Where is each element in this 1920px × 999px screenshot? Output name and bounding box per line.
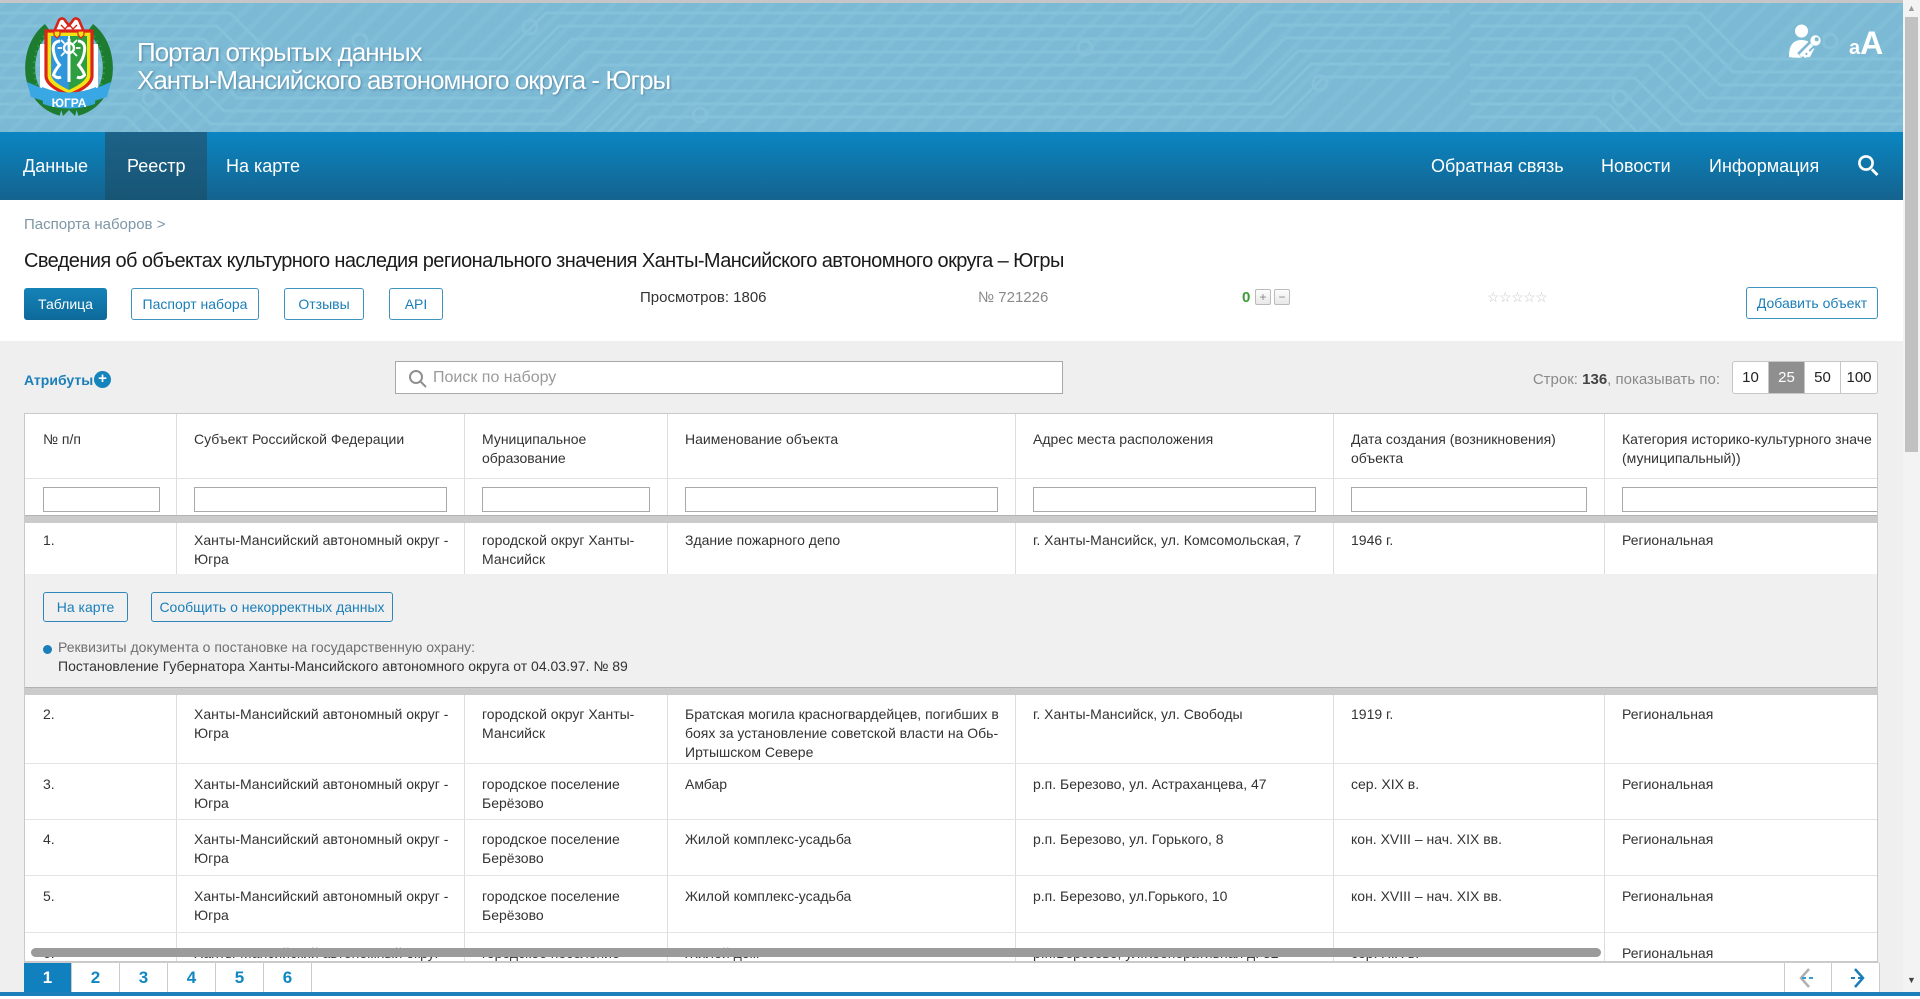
- svg-text:ЮГРА: ЮГРА: [52, 96, 87, 110]
